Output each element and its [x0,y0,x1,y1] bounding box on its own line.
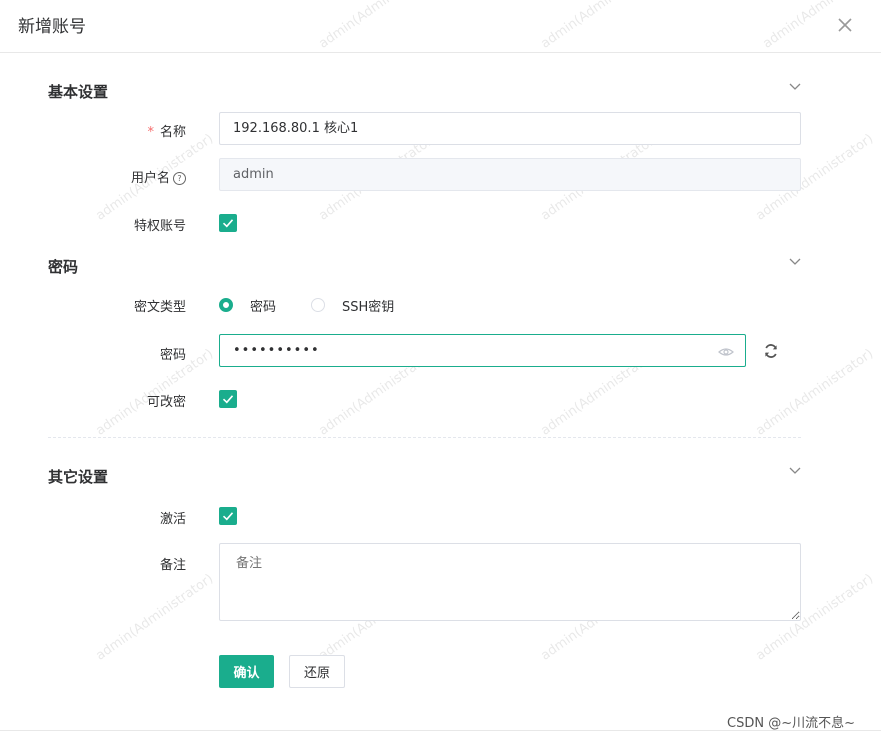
chevron-down-icon[interactable] [788,463,802,477]
reset-button[interactable]: 还原 [289,655,345,688]
remark-label: 备注 [159,558,186,573]
watermark-text: admin(Administrator) [93,571,217,664]
dialog-header: 新增账号 [0,0,881,53]
name-input[interactable]: 192.168.80.1 核心1 [219,112,801,145]
checkmark-icon [222,395,234,404]
radio-circle[interactable] [219,298,233,312]
dialog-title: 新增账号 [18,17,86,37]
eye-icon[interactable] [717,343,735,361]
confirm-button[interactable]: 确认 [219,655,274,688]
username-input: admin [219,158,801,191]
active-checkbox[interactable] [219,507,237,525]
section-title-basic: 基本设置 [48,83,109,101]
checkmark-icon [222,512,234,521]
name-label: * 名称 [147,125,186,140]
cipher-type-label: 密文类型 [133,300,186,315]
chevron-down-icon[interactable] [788,254,802,268]
password-label: 密码 [159,348,186,363]
password-input[interactable]: •••••••••• [219,334,746,367]
privileged-label: 特权账号 [133,219,186,234]
active-label: 激活 [159,512,186,527]
radio-ssh-key-label: SSH密钥 [342,299,395,315]
required-asterisk: * [147,125,154,140]
radio-ssh-key[interactable]: SSH密钥 [311,296,395,315]
username-label: 用户名? [46,167,186,186]
changeable-label: 可改密 [146,395,186,410]
section-title-password: 密码 [48,258,79,276]
checkmark-icon [222,219,234,228]
refresh-icon[interactable] [762,342,780,360]
section-title-other: 其它设置 [48,468,109,486]
watermark-text: admin(Administrator) [753,346,877,439]
close-icon[interactable] [833,13,857,37]
chevron-down-icon[interactable] [788,79,802,93]
remark-textarea[interactable] [219,543,801,621]
privileged-checkbox[interactable] [219,214,237,232]
source-credit: CSDN @~川流不息~ [727,716,855,731]
radio-password-label: 密码 [250,299,277,315]
question-circle-icon[interactable]: ? [173,172,186,185]
changeable-checkbox[interactable] [219,390,237,408]
section-divider [48,437,801,438]
radio-password[interactable]: 密码 [219,296,277,315]
radio-circle[interactable] [311,298,325,312]
